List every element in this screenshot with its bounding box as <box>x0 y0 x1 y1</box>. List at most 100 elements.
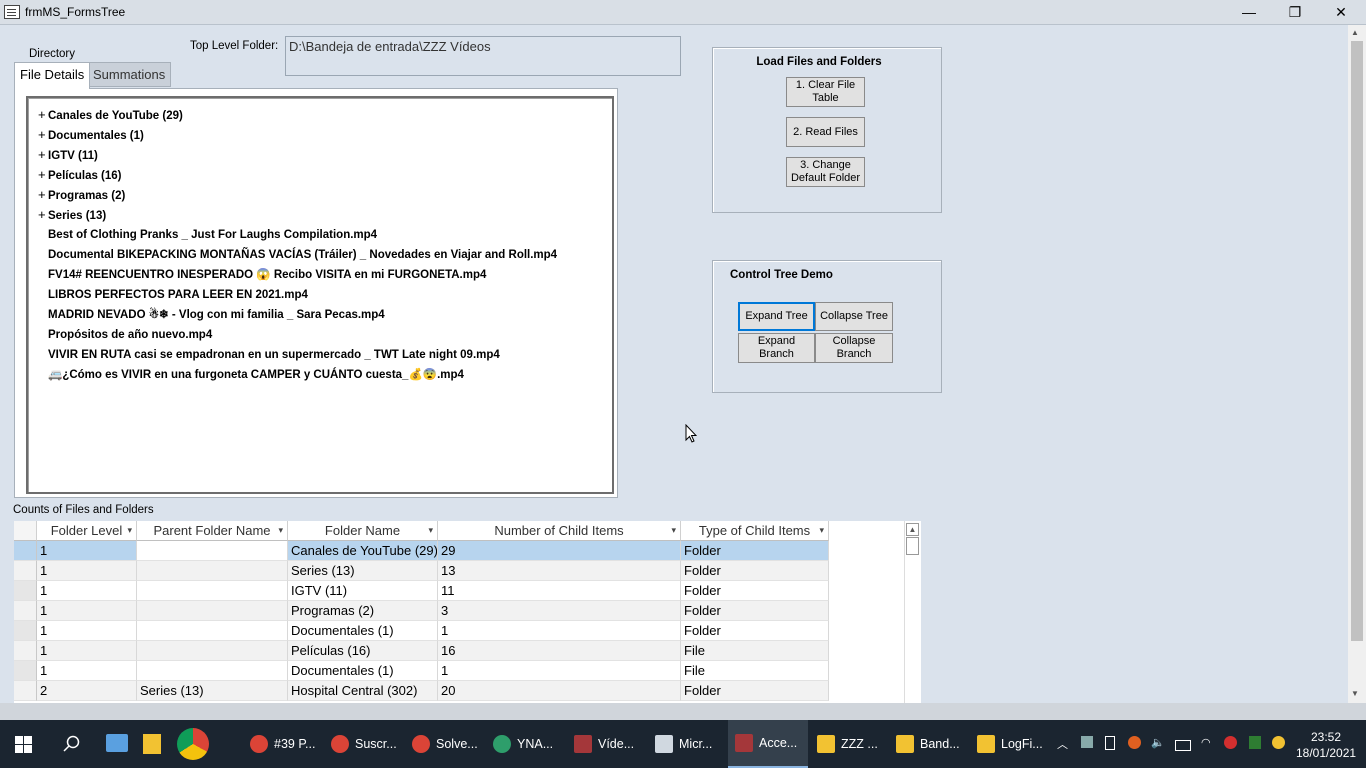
tree-node-folder[interactable]: + Programas (2) <box>38 185 125 205</box>
table-cell[interactable] <box>137 561 288 581</box>
record-selector[interactable] <box>14 561 37 581</box>
chrome-icon[interactable] <box>177 728 209 760</box>
table-cell[interactable]: 1 <box>37 561 137 581</box>
table-cell[interactable]: Folder <box>681 621 829 641</box>
tab-file-details[interactable]: File Details <box>14 62 91 89</box>
taskbar-app-chrome-3[interactable]: Solve... <box>412 720 488 768</box>
scroll-down-icon[interactable]: ▼ <box>1351 689 1359 698</box>
table-cell[interactable]: Programas (2) <box>288 601 438 621</box>
dropdown-arrow-icon[interactable]: ▾ <box>671 521 676 540</box>
tree-node-file[interactable]: FV14# REENCUENTRO INESPERADO 😱 Recibo VI… <box>38 265 486 285</box>
usb-icon[interactable] <box>1105 736 1115 750</box>
weather-icon[interactable] <box>1272 736 1285 749</box>
top-level-folder-field[interactable]: D:\Bandeja de entrada\ZZZ Vídeos <box>285 36 681 76</box>
chevron-up-icon[interactable]: ︿ <box>1057 736 1068 752</box>
dropdown-arrow-icon[interactable]: ▾ <box>819 521 824 540</box>
volume-icon[interactable]: 🔈 <box>1151 736 1165 749</box>
taskbar-app-chrome-1[interactable]: #39 P... <box>250 720 326 768</box>
record-selector[interactable] <box>14 601 37 621</box>
expand-plus-icon[interactable]: + <box>38 145 48 165</box>
scroll-thumb[interactable] <box>1351 41 1363 641</box>
clear-file-table-button[interactable]: 1. Clear File Table <box>786 77 865 107</box>
tree-node-file[interactable]: VIVIR EN RUTA casi se empadronan en un s… <box>38 345 500 365</box>
network-drive-icon[interactable] <box>1081 736 1093 748</box>
column-header-child-type[interactable]: Type of Child Items ▾ <box>681 521 829 541</box>
read-files-button[interactable]: 2. Read Files <box>786 117 865 147</box>
table-cell[interactable] <box>137 621 288 641</box>
taskbar-app-folder-2[interactable]: Band... <box>896 720 972 768</box>
windows-start-icon[interactable] <box>15 736 32 753</box>
column-header-parent-folder[interactable]: Parent Folder Name ▾ <box>137 521 288 541</box>
expand-plus-icon[interactable]: + <box>38 185 48 205</box>
taskbar-app-editor[interactable]: Micr... <box>655 720 731 768</box>
table-cell[interactable]: 1 <box>37 621 137 641</box>
tab-summations[interactable]: Summations <box>87 62 172 87</box>
table-cell[interactable]: 1 <box>438 621 681 641</box>
battery-icon[interactable] <box>1175 740 1191 751</box>
dropdown-arrow-icon[interactable]: ▾ <box>278 521 283 540</box>
taskbar-app-folder-1[interactable]: ZZZ ... <box>817 720 893 768</box>
form-vertical-scrollbar[interactable]: ▲ ▼ <box>1348 25 1366 703</box>
column-header-child-count[interactable]: Number of Child Items ▾ <box>438 521 681 541</box>
table-cell[interactable] <box>137 581 288 601</box>
tree-node-folder[interactable]: + IGTV (11) <box>38 145 98 165</box>
scroll-up-icon[interactable]: ▲ <box>1351 28 1359 37</box>
table-cell[interactable]: File <box>681 661 829 681</box>
notification-badge-icon[interactable] <box>1128 736 1141 749</box>
table-cell[interactable] <box>137 661 288 681</box>
table-cell[interactable]: 1 <box>438 661 681 681</box>
datasheet-scrollbar[interactable]: ▲ <box>904 521 921 703</box>
record-selector[interactable] <box>14 541 37 561</box>
expand-plus-icon[interactable]: + <box>38 205 48 225</box>
record-selector[interactable] <box>14 641 37 661</box>
table-cell[interactable]: Folder <box>681 681 829 701</box>
scroll-thumb[interactable] <box>906 537 919 555</box>
scroll-up-icon[interactable]: ▲ <box>906 523 919 536</box>
search-icon[interactable] <box>63 735 81 753</box>
minimize-button[interactable]: — <box>1226 0 1272 24</box>
taskbar-app-chrome-2[interactable]: Suscr... <box>331 720 407 768</box>
table-cell[interactable]: 29 <box>438 541 681 561</box>
clock-date[interactable]: 18/01/2021 <box>1296 746 1356 760</box>
table-cell[interactable]: Folder <box>681 541 829 561</box>
table-cell[interactable]: 11 <box>438 581 681 601</box>
expand-plus-icon[interactable]: + <box>38 125 48 145</box>
tree-node-file[interactable]: LIBROS PERFECTOS PARA LEER EN 2021.mp4 <box>38 285 308 305</box>
column-header-folder-name[interactable]: Folder Name ▾ <box>288 521 438 541</box>
table-cell[interactable]: Series (13) <box>288 561 438 581</box>
directory-tree[interactable]: + Canales de YouTube (29) + Documentales (1… <box>26 96 614 494</box>
table-cell[interactable]: Folder <box>681 601 829 621</box>
table-cell[interactable]: 1 <box>37 641 137 661</box>
record-selector[interactable] <box>14 681 37 701</box>
expand-tree-button[interactable]: Expand Tree <box>738 302 815 331</box>
dropdown-arrow-icon[interactable]: ▾ <box>127 521 132 540</box>
taskbar-app-access-1[interactable]: Víde... <box>574 720 650 768</box>
table-cell[interactable]: 1 <box>37 581 137 601</box>
record-selector[interactable] <box>14 621 37 641</box>
table-cell[interactable]: 1 <box>37 541 137 561</box>
record-selector[interactable] <box>14 581 37 601</box>
table-cell[interactable] <box>137 601 288 621</box>
table-cell[interactable]: Documentales (1) <box>288 621 438 641</box>
collapse-branch-button[interactable]: Collapse Branch <box>815 333 893 363</box>
taskbar-app-folder-3[interactable]: LogFi... <box>977 720 1053 768</box>
counts-datasheet[interactable]: Folder Level ▾ Parent Folder Name ▾ Folder… <box>14 521 920 703</box>
file-explorer-icon[interactable] <box>143 734 161 754</box>
tree-node-folder[interactable]: + Series (13) <box>38 205 106 225</box>
computer-icon[interactable] <box>106 734 128 752</box>
column-header-folder-level[interactable]: Folder Level ▾ <box>37 521 137 541</box>
tree-node-file[interactable]: Best of Clothing Pranks _ Just For Laugh… <box>38 225 377 245</box>
table-cell[interactable]: 16 <box>438 641 681 661</box>
tree-node-file[interactable]: Propósitos de año nuevo.mp4 <box>38 325 212 345</box>
table-cell[interactable]: 3 <box>438 601 681 621</box>
tree-node-file[interactable]: MADRID NEVADO ☃❄ - Vlog con mi familia _… <box>38 305 385 325</box>
table-cell[interactable]: Documentales (1) <box>288 661 438 681</box>
table-cell[interactable]: 13 <box>438 561 681 581</box>
expand-plus-icon[interactable]: + <box>38 105 48 125</box>
table-cell[interactable]: Películas (16) <box>288 641 438 661</box>
record-selector[interactable] <box>14 661 37 681</box>
select-all-corner[interactable] <box>14 521 37 541</box>
dropdown-arrow-icon[interactable]: ▾ <box>428 521 433 540</box>
tree-node-folder[interactable]: + Documentales (1) <box>38 125 144 145</box>
expand-plus-icon[interactable]: + <box>38 165 48 185</box>
